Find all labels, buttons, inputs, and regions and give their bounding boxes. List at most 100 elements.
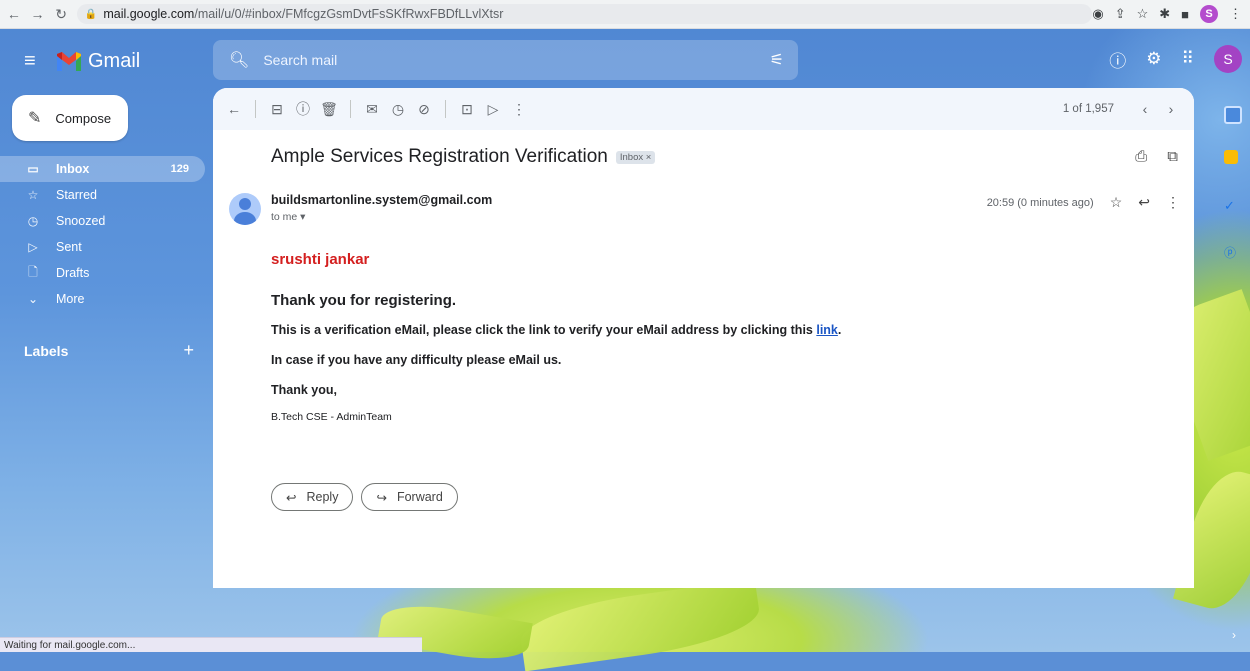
report-spam-icon[interactable]: ⓘ [290,99,316,119]
message-subject: Ample Services Registration Verification [271,146,608,167]
side-apps-panel: ✓ ⓟ › [1214,94,1250,652]
contacts-icon[interactable]: ⓟ [1224,244,1238,260]
sidebar-item-label: Drafts [56,266,90,280]
browser-menu-icon[interactable]: ⋮ [1229,6,1242,22]
inbox-label-chip[interactable]: Inbox × [615,150,656,164]
address-bar[interactable]: 🔒 mail.google.com/mail/u/0/#inbox/FMfcgz… [76,4,1093,24]
hamburger-menu-icon[interactable]: ≡ [24,50,36,73]
labels-section: Labels + [24,340,194,361]
share-icon[interactable]: ⇪ [1115,6,1126,22]
forward-arrow-icon: ↪ [376,490,387,505]
search-input[interactable]: Search mail [263,52,337,68]
signature: B.Tech CSE - AdminTeam [271,411,392,423]
message-subject-row: Ample Services Registration Verification… [271,146,656,168]
account-avatar[interactable]: S [1214,45,1242,73]
more-options-icon[interactable]: ⋮ [506,101,532,118]
inbox-icon: ▭ [27,162,39,176]
print-icon[interactable]: ⎙ [1135,148,1147,165]
forward-arrow-icon[interactable]: → [28,4,48,24]
star-icon: ☆ [27,188,39,202]
help-icon[interactable]: ⓘ [1109,47,1126,72]
gmail-m-icon [57,51,81,71]
label-tag-icon[interactable]: ▷ [480,101,506,118]
browser-status-bar: Waiting for mail.google.com... [0,637,422,652]
forward-button[interactable]: ↪ Forward [361,483,458,511]
verification-link[interactable]: link [816,323,838,337]
toolbar-divider [445,100,446,118]
message-body: srushti jankar Thank you for registering… [271,251,1151,423]
draft-icon: 🗋 [28,264,38,279]
message-toolbar: ← ⊟ ⓘ 🗑︎ ✉ ◷ ⊘ ⊡ ▷ ⋮ 1 of 1,957 ‹ › [213,88,1194,130]
gmail-logo[interactable]: Gmail [56,50,140,73]
reply-arrow-icon: ↩ [286,490,297,505]
newer-chevron-icon[interactable]: ‹ [1132,101,1158,117]
recipient-details[interactable]: to me ▾ [271,211,305,223]
compose-label: Compose [55,110,112,126]
extensions-icon[interactable]: ✱ [1159,6,1170,22]
back-to-inbox-icon[interactable]: ← [221,101,247,117]
more-vertical-icon[interactable]: ⋮ [1166,194,1180,211]
avatar-body-shape [234,212,256,225]
recipient-name: srushti jankar [271,251,370,268]
compose-button[interactable]: ✎ Compose [12,95,128,141]
verification-text: This is a verification eMail, please cli… [271,323,817,337]
sidebar-item-snoozed[interactable]: ◷ Snoozed [0,208,205,234]
snooze-clock-icon[interactable]: ◷ [385,101,411,118]
bookmark-star-icon[interactable]: ☆ [1137,6,1149,22]
pencil-icon: ✎ [28,110,42,127]
reply-arrow-icon[interactable]: ↩ [1138,194,1150,211]
add-task-icon[interactable]: ⊘ [411,101,437,118]
sidebar-item-label: Inbox [56,162,90,176]
star-icon[interactable]: ☆ [1110,194,1123,211]
closing-line: Thank you, [271,383,337,397]
sidebar-item-more[interactable]: ⌄ More [0,286,205,312]
search-options-icon[interactable]: ⚟ [770,50,784,70]
open-new-window-icon[interactable]: ⧉ [1167,148,1178,165]
message-meta: 20:59 (0 minutes ago) ☆ ↩ ⋮ [987,194,1180,211]
mark-unread-icon[interactable]: ✉ [359,101,385,118]
url-domain: mail.google.com [103,7,195,21]
apps-grid-icon[interactable]: ⠿ [1182,49,1194,69]
sender-email[interactable]: buildsmartonline.system@gmail.com [271,193,492,207]
calendar-icon[interactable] [1224,106,1242,124]
move-to-folder-icon[interactable]: ⊡ [454,101,480,118]
tasks-icon[interactable]: ✓ [1224,198,1238,213]
keep-icon[interactable] [1224,150,1238,164]
gmail-title: Gmail [88,50,141,72]
unread-count: 129 [170,163,189,175]
sidebar-item-label: More [56,292,85,306]
eye-icon[interactable]: ◉ [1092,6,1103,22]
sender-avatar[interactable] [229,193,261,225]
forward-label: Forward [396,490,443,504]
labels-heading: Labels [24,342,69,359]
older-chevron-icon[interactable]: › [1158,101,1184,117]
browser-toolbar: ← → ↻ 🔒 mail.google.com/mail/u/0/#inbox/… [0,0,1250,29]
url-path: /mail/u/0/#inbox/FMfcgzGsmDvtFsSKfRwxFBD… [194,7,504,21]
reply-actions: ↩ Reply ↪ Forward [271,483,458,511]
clock-icon: ◷ [27,214,39,228]
sidebar-item-sent[interactable]: ▷ Sent [0,234,205,260]
sidebar-item-starred[interactable]: ☆ Starred [0,182,205,208]
back-arrow-icon[interactable]: ← [4,4,24,24]
verification-suffix: . [837,323,842,337]
reload-icon[interactable]: ↻ [51,4,71,24]
sidebar-item-inbox[interactable]: ▭ Inbox 129 [0,156,205,182]
message-timestamp: 20:59 (0 minutes ago) [986,196,1094,209]
browser-profile-avatar[interactable]: S [1200,5,1219,23]
difficulty-line: In case if you have any difficulty pleas… [271,353,562,367]
thanks-heading: Thank you for registering. [271,292,457,309]
settings-gear-icon[interactable]: ⚙ [1146,49,1161,69]
add-label-plus-icon[interactable]: + [183,340,194,361]
avatar-head-shape [239,198,251,210]
verification-line: This is a verification eMail, please cli… [271,323,1151,337]
search-icon[interactable]: 🔍︎ [229,50,249,70]
search-bar[interactable]: 🔍︎ Search mail ⚟ [213,40,798,80]
message-pager: 1 of 1,957 [1062,103,1114,115]
show-side-panel-chevron-icon[interactable]: › [1232,628,1236,642]
reply-button[interactable]: ↩ Reply [271,483,354,511]
side-panel-icon[interactable]: ■ [1181,7,1189,22]
sidebar-item-drafts[interactable]: 🗋 Drafts [0,260,205,286]
archive-icon[interactable]: ⊟ [264,101,290,118]
chevron-down-icon: ⌄ [27,292,39,306]
delete-trash-icon[interactable]: 🗑︎ [316,101,342,118]
